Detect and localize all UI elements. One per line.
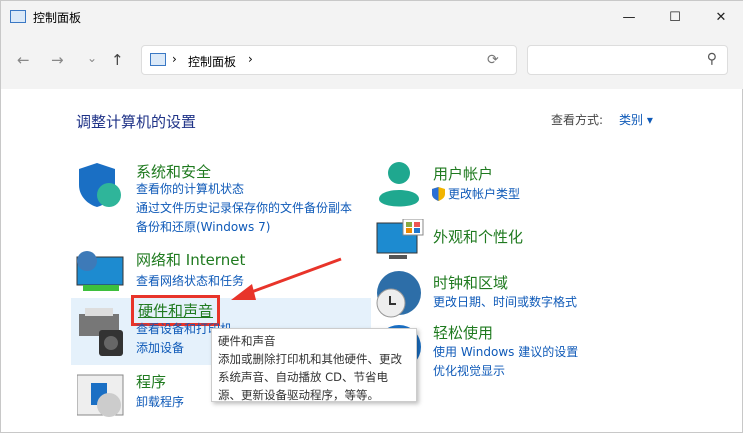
category-system-security[interactable]: 系统和安全 [136, 161, 211, 182]
up-button[interactable]: ↑ [111, 51, 124, 69]
minimize-button[interactable]: — [606, 1, 652, 33]
clock-globe-icon [376, 271, 421, 318]
breadcrumb-control-panel[interactable]: 控制面板 [188, 53, 236, 70]
recent-dropdown[interactable]: ⌄ [87, 51, 97, 65]
monitor-icon [376, 219, 424, 259]
uac-shield-icon [432, 187, 445, 201]
window-title: 控制面板 [33, 11, 82, 25]
link-uninstall[interactable]: 卸载程序 [136, 393, 184, 412]
view-by-dropdown[interactable]: 类别 ▾ [619, 111, 653, 128]
maximize-button[interactable]: ☐ [652, 1, 698, 33]
annotation-arrow-icon [231, 257, 342, 300]
tooltip: 硬件和声音 添加或删除打印机和其他硬件、更改系统声音、自动播放 CD、节省电源、… [211, 328, 417, 402]
category-user-accounts[interactable]: 用户帐户 [433, 163, 493, 184]
link-change-account-type[interactable]: 更改帐户类型 [448, 185, 520, 204]
page-title: 调整计算机的设置 [76, 113, 197, 131]
tooltip-title: 硬件和声音 [218, 334, 276, 348]
close-button[interactable]: ✕ [698, 1, 743, 33]
link-optimize-display[interactable]: 优化视觉显示 [433, 362, 505, 381]
view-by-label: 查看方式: [551, 113, 604, 127]
control-panel-icon [10, 10, 26, 23]
category-clock-region[interactable]: 时钟和区域 [433, 272, 508, 293]
link-date-time-format[interactable]: 更改日期、时间或数字格式 [433, 293, 577, 312]
network-icon [76, 251, 124, 291]
link-add-device[interactable]: 添加设备 [136, 339, 184, 358]
breadcrumb-sep: › [248, 52, 253, 66]
link-file-history[interactable]: 通过文件历史记录保存你的文件备份副本 [136, 199, 352, 218]
search-icon: ⚲ [706, 51, 717, 67]
link-view-status[interactable]: 查看你的计算机状态 [136, 180, 244, 199]
category-ease-of-access[interactable]: 轻松使用 [433, 322, 493, 343]
printer-icon [79, 308, 123, 356]
category-hardware-sound[interactable]: 硬件和声音 [130, 295, 221, 326]
address-bar[interactable]: › 控制面板 › ⟳ [141, 45, 517, 75]
category-programs[interactable]: 程序 [136, 371, 166, 392]
refresh-icon[interactable]: ⟳ [487, 52, 499, 68]
control-panel-icon [150, 53, 166, 66]
link-recommended-settings[interactable]: 使用 Windows 建议的设置 [433, 343, 578, 362]
programs-icon [77, 374, 124, 417]
link-backup-restore[interactable]: 备份和还原(Windows 7) [136, 218, 270, 237]
tooltip-body: 添加或删除打印机和其他硬件、更改系统声音、自动播放 CD、节省电源、更新设备驱动… [218, 352, 402, 402]
shield-icon [79, 163, 121, 207]
user-icon [379, 162, 419, 207]
search-input[interactable]: ⚲ [527, 45, 728, 75]
back-button[interactable]: ← [17, 51, 30, 69]
breadcrumb-sep: › [172, 52, 177, 66]
forward-button[interactable]: → [51, 51, 64, 69]
category-appearance[interactable]: 外观和个性化 [433, 226, 523, 247]
